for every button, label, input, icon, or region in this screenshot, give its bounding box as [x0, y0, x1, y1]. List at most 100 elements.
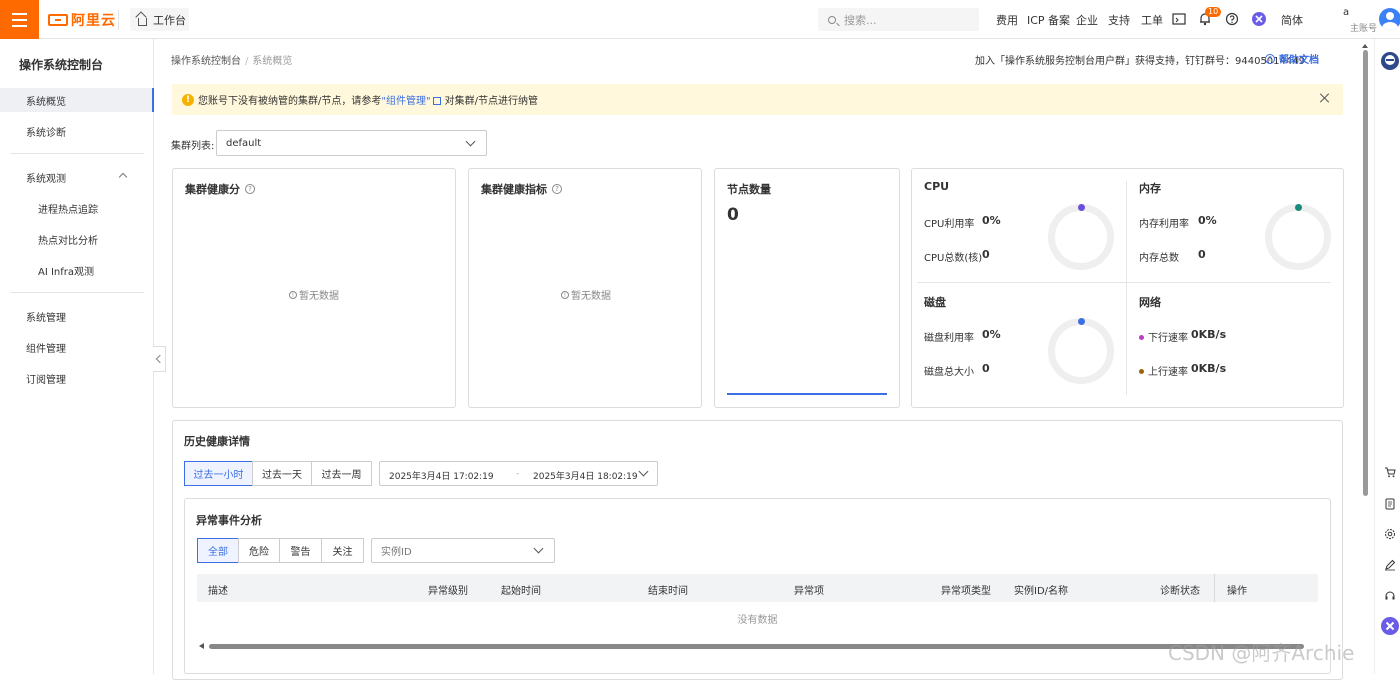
- range-last-day-button[interactable]: 过去一天: [252, 461, 312, 486]
- nav-enterprise[interactable]: 企业: [1076, 12, 1098, 28]
- document-icon[interactable]: [1384, 498, 1396, 510]
- table-header: 描述 异常级别 起始时间 结束时间 异常项 异常项类型 实例ID/名称 诊断状态…: [197, 574, 1318, 602]
- empty-state: ! 暂无数据: [561, 287, 611, 302]
- question-icon[interactable]: ?: [245, 184, 255, 194]
- download-rate-label-text: 下行速率: [1148, 333, 1188, 344]
- nav-icp[interactable]: ICP 备案: [1027, 12, 1070, 28]
- sidebar-item-label: 系统诊断: [26, 127, 66, 139]
- breadcrumb-root[interactable]: 操作系统控制台: [171, 56, 241, 67]
- empty-text: 暂无数据: [299, 291, 339, 302]
- join-group-text: 加入「操作系统服务控制台用户群」获得支持，钉钉群号：94405014449: [975, 56, 1305, 67]
- search-input[interactable]: 搜索...: [818, 8, 979, 31]
- sidebar-item-label: AI Infra观测: [38, 266, 95, 278]
- disk-ring-indicator: [1078, 318, 1085, 325]
- vertical-scrollbar[interactable]: [1361, 44, 1370, 674]
- settings-icon[interactable]: [1384, 528, 1396, 540]
- sidebar-item-sys-manage[interactable]: 系统管理: [0, 304, 154, 328]
- column-header: 诊断状态: [1160, 586, 1200, 597]
- scrollbar-thumb[interactable]: [1363, 50, 1368, 496]
- menu-icon[interactable]: [0, 0, 39, 39]
- sidebar-item-label: 系统管理: [26, 312, 66, 324]
- filter-danger-button[interactable]: 危险: [238, 538, 280, 563]
- assistant-avatar-icon[interactable]: [1381, 52, 1399, 70]
- sidebar-item-subscription-manage[interactable]: 订阅管理: [0, 366, 154, 390]
- sidebar-item-label: 系统概览: [26, 96, 66, 108]
- cluster-select[interactable]: default: [216, 130, 487, 156]
- sidebar-item-observe[interactable]: 系统观测: [0, 165, 154, 189]
- account-name[interactable]: a: [1343, 7, 1349, 18]
- scroll-left-icon[interactable]: [199, 643, 204, 649]
- external-link-icon[interactable]: [432, 96, 441, 105]
- column-header: 异常级别: [428, 586, 468, 597]
- sidebar-item-ai-infra[interactable]: AI Infra观测: [0, 258, 154, 282]
- column-header: 结束时间: [648, 586, 688, 597]
- upload-rate-label-text: 上行速率: [1148, 367, 1188, 378]
- sidebar-item-hotspot-trace[interactable]: 进程热点追踪: [0, 196, 154, 220]
- question-icon: ?: [1265, 53, 1275, 64]
- edit-icon[interactable]: [1384, 559, 1396, 571]
- chevron-down-icon: [533, 543, 544, 554]
- cpu-ring-indicator: [1078, 204, 1085, 211]
- nav-ticket[interactable]: 工单: [1141, 12, 1163, 28]
- terminal-icon[interactable]: [1172, 12, 1186, 26]
- help-doc-link[interactable]: ? 帮助文档: [1265, 51, 1319, 66]
- info-icon: !: [561, 290, 569, 299]
- upload-rate-label: 上行速率: [1139, 363, 1188, 378]
- horizontal-scrollbar[interactable]: [197, 642, 1318, 651]
- end-date: 2025年3月4日 18:02:19: [533, 472, 638, 482]
- range-last-week-button[interactable]: 过去一周: [311, 461, 372, 486]
- warning-alert: ! 您账号下没有被纳管的集群/节点，请参考 "组件管理" 对集群/节点进行纳管: [172, 84, 1343, 115]
- cart-icon[interactable]: [1384, 466, 1396, 478]
- breadcrumb-separator: /: [245, 56, 249, 67]
- ai-assistant-icon[interactable]: [1381, 617, 1399, 635]
- scrollbar-thumb[interactable]: [209, 644, 1304, 649]
- sidebar-title: 操作系统控制台: [19, 58, 104, 72]
- memory-usage-label: 内存利用率: [1139, 219, 1189, 230]
- sidebar-item-component-manage[interactable]: 组件管理: [0, 335, 154, 359]
- health-score-card: 集群健康分 ? ! 暂无数据: [172, 168, 456, 408]
- instance-id-select[interactable]: 实例ID: [371, 538, 555, 563]
- avatar[interactable]: [1379, 8, 1400, 30]
- memory-usage-ring: [1265, 204, 1331, 270]
- sidebar-item-label: 热点对比分析: [38, 235, 98, 247]
- disk-usage-value: 0%: [982, 328, 1001, 341]
- component-manage-link[interactable]: "组件管理": [381, 92, 430, 107]
- date-separator: -: [516, 469, 520, 479]
- ai-assistant-icon[interactable]: [1252, 12, 1266, 26]
- aliyun-logo[interactable]: 阿里云: [48, 11, 116, 29]
- workbench-label: 工作台: [153, 13, 186, 27]
- node-trend-line: [727, 393, 887, 395]
- download-rate-label: 下行速率: [1139, 329, 1188, 344]
- workbench-button[interactable]: 工作台: [130, 8, 189, 31]
- filter-warning-button[interactable]: 警告: [279, 538, 322, 563]
- help-icon[interactable]: [1225, 12, 1239, 26]
- alert-suffix: 对集群/节点进行纳管: [444, 96, 538, 107]
- date-range-picker[interactable]: 2025年3月4日 17:02:19 - 2025年3月4日 18:02:19: [379, 461, 658, 486]
- empty-state: ! 暂无数据: [289, 287, 339, 302]
- card-title: 集群健康分 ?: [185, 181, 255, 197]
- scroll-up-icon[interactable]: [1362, 44, 1368, 48]
- headset-icon[interactable]: [1384, 590, 1396, 602]
- sidebar-item-hotspot-compare[interactable]: 热点对比分析: [0, 227, 154, 251]
- filter-all-button[interactable]: 全部: [197, 538, 239, 563]
- sidebar-item-diagnosis[interactable]: 系统诊断: [0, 119, 154, 143]
- divider: [10, 153, 144, 154]
- sidebar-collapse-button[interactable]: [153, 346, 166, 372]
- nav-support[interactable]: 支持: [1108, 12, 1130, 28]
- health-metrics-card: 集群健康指标 ? ! 暂无数据: [468, 168, 702, 408]
- filter-attention-button[interactable]: 关注: [321, 538, 364, 563]
- help-doc-label: 帮助文档: [1279, 55, 1319, 66]
- column-header: 实例ID/名称: [1014, 586, 1069, 597]
- disk-total-label: 磁盘总大小: [924, 367, 974, 378]
- cpu-total-value: 0: [982, 248, 990, 261]
- question-icon[interactable]: ?: [552, 184, 562, 194]
- close-icon[interactable]: [1320, 93, 1330, 103]
- range-last-hour-button[interactable]: 过去一小时: [184, 461, 253, 486]
- sidebar-item-overview[interactable]: 系统概览: [0, 88, 154, 112]
- cpu-usage-label: CPU利用率: [924, 219, 975, 230]
- memory-total-value: 0: [1198, 248, 1206, 261]
- column-header: 描述: [208, 586, 228, 597]
- language-switch[interactable]: 简体: [1281, 12, 1303, 28]
- sidebar-item-label: 进程热点追踪: [38, 204, 98, 216]
- nav-billing[interactable]: 费用: [996, 12, 1018, 28]
